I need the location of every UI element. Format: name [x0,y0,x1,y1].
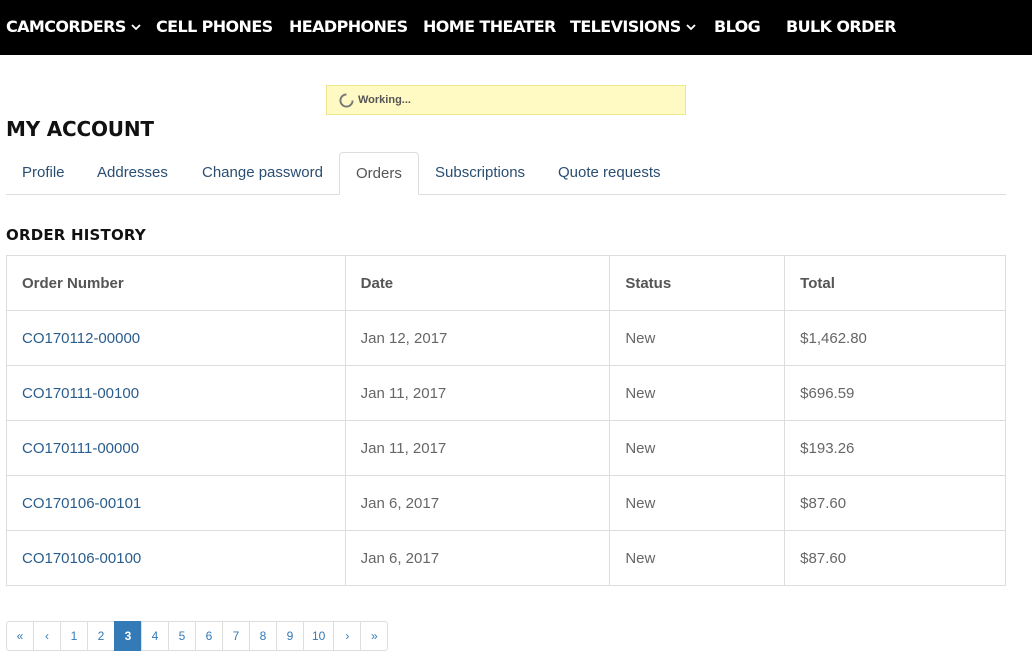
table-row: CO170106-00100 Jan 6, 2017 New $87.60 [6,530,1006,586]
order-status-cell: New [609,530,786,586]
order-number-link[interactable]: CO170111-00000 [22,440,139,457]
order-number-cell: CO170112-00000 [6,310,346,366]
chevron-down-icon [686,0,696,52]
pagination-page-10[interactable]: 10 [303,621,335,651]
nav-item-televisions[interactable]: TELEVISIONS [570,0,696,55]
working-status-banner: Working... [326,85,686,115]
section-title: ORDER HISTORY [6,226,146,244]
tab-change-password[interactable]: Change password [186,152,339,195]
top-navigation: CAMCORDERS CELL PHONES HEADPHONES HOME T… [0,0,1032,55]
nav-item-bulk-order[interactable]: BULK ORDER [786,0,896,55]
nav-item-label: BLOG [714,17,761,36]
pagination-page-5[interactable]: 5 [168,621,196,651]
pagination-prev-button[interactable]: ‹ [33,621,61,651]
tab-subscriptions[interactable]: Subscriptions [419,152,541,195]
column-header-status: Status [609,255,786,311]
nav-item-label: CAMCORDERS [6,17,126,36]
order-number-link[interactable]: CO170106-00101 [22,495,141,512]
order-date-cell: Jan 6, 2017 [344,475,611,531]
column-header-total: Total [784,255,1006,311]
nav-item-headphones[interactable]: HEADPHONES [289,0,408,55]
pagination-page-6[interactable]: 6 [195,621,223,651]
spinner-icon [339,93,354,108]
column-header-order-number: Order Number [6,255,346,311]
order-date-cell: Jan 11, 2017 [344,420,611,476]
nav-item-label: HOME THEATER [423,17,556,36]
pagination-page-2[interactable]: 2 [87,621,115,651]
pagination-page-9[interactable]: 9 [276,621,304,651]
account-tabs: Profile Addresses Change password Orders… [6,152,1006,195]
order-number-link[interactable]: CO170112-00000 [22,330,140,347]
order-history-table: Order Number Date Status Total CO170112-… [6,255,1006,586]
order-total-cell: $1,462.80 [784,310,1006,366]
pagination-first-button[interactable]: « [6,621,34,651]
order-number-cell: CO170111-00000 [6,420,346,476]
order-status-cell: New [609,420,786,476]
order-status-cell: New [609,310,786,366]
order-date-cell: Jan 11, 2017 [344,365,611,421]
order-number-link[interactable]: CO170111-00100 [22,385,139,402]
order-number-cell: CO170106-00100 [6,530,346,586]
pagination-page-4[interactable]: 4 [141,621,169,651]
order-total-cell: $87.60 [784,530,1006,586]
order-status-cell: New [609,475,786,531]
tab-orders[interactable]: Orders [339,152,419,195]
pagination-page-8[interactable]: 8 [249,621,277,651]
working-status-text: Working... [358,94,411,106]
table-row: CO170111-00000 Jan 11, 2017 New $193.26 [6,420,1006,476]
nav-item-label: TELEVISIONS [570,17,681,36]
order-status-cell: New [609,365,786,421]
nav-item-home-theater[interactable]: HOME THEATER [423,0,556,55]
nav-item-cell-phones[interactable]: CELL PHONES [156,0,273,55]
tab-addresses[interactable]: Addresses [81,152,184,195]
nav-item-label: CELL PHONES [156,17,273,36]
pagination: « ‹ 1 2 3 4 5 6 7 8 9 10 › » [6,621,389,651]
nav-item-label: BULK ORDER [786,17,896,36]
table-header-row: Order Number Date Status Total [6,255,1006,311]
order-number-cell: CO170106-00101 [6,475,346,531]
tab-quote-requests[interactable]: Quote requests [542,152,677,195]
nav-item-blog[interactable]: BLOG [714,0,761,55]
tab-profile[interactable]: Profile [6,152,81,195]
page-title: MY ACCOUNT [6,117,154,141]
order-total-cell: $696.59 [784,365,1006,421]
pagination-next-button[interactable]: › [333,621,362,651]
table-row: CO170106-00101 Jan 6, 2017 New $87.60 [6,475,1006,531]
order-total-cell: $87.60 [784,475,1006,531]
chevron-down-icon [131,0,141,52]
order-date-cell: Jan 12, 2017 [344,310,611,366]
column-header-date: Date [344,255,611,311]
order-number-cell: CO170111-00100 [6,365,346,421]
order-number-link[interactable]: CO170106-00100 [22,550,141,567]
pagination-last-button[interactable]: » [360,621,389,651]
pagination-page-3-current[interactable]: 3 [114,621,142,651]
pagination-page-7[interactable]: 7 [222,621,250,651]
table-row: CO170112-00000 Jan 12, 2017 New $1,462.8… [6,310,1006,366]
nav-item-camcorders[interactable]: CAMCORDERS [6,0,141,55]
table-row: CO170111-00100 Jan 11, 2017 New $696.59 [6,365,1006,421]
pagination-page-1[interactable]: 1 [60,621,88,651]
order-date-cell: Jan 6, 2017 [344,530,611,586]
nav-item-label: HEADPHONES [289,17,408,36]
order-total-cell: $193.26 [784,420,1006,476]
